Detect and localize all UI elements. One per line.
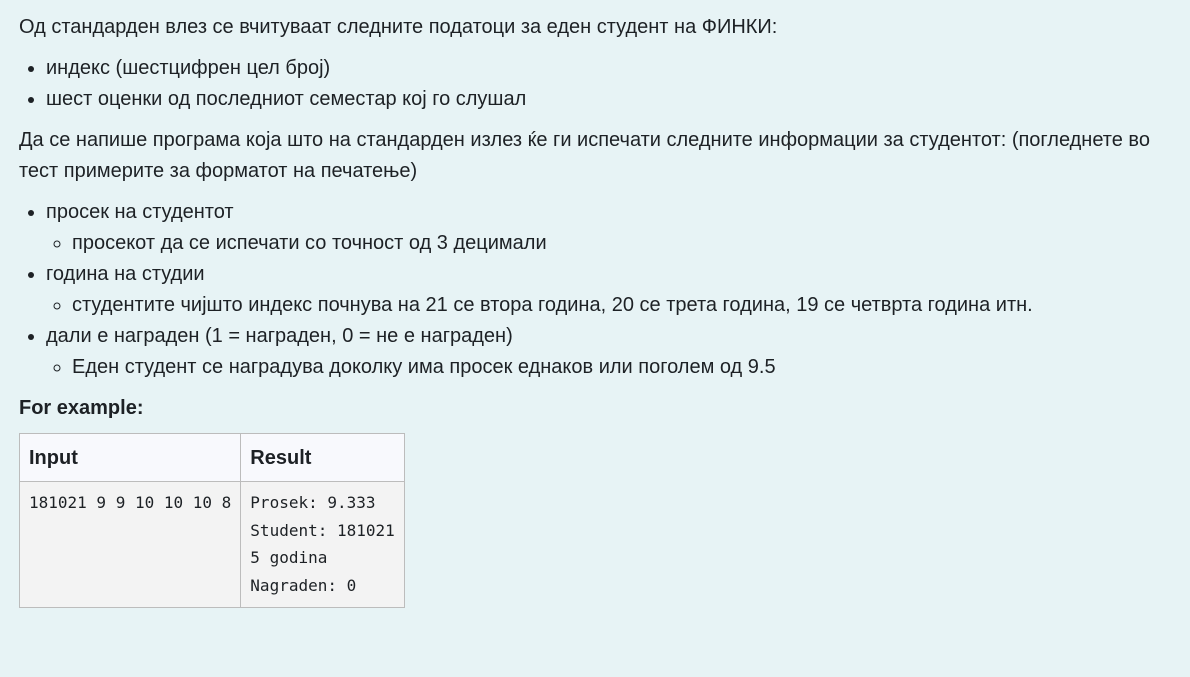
- example-row: 181021 9 9 10 10 10 8 Prosek: 9.333 Stud…: [18, 481, 405, 608]
- output-subitem: студентите чијшто индекс почнува на 21 с…: [72, 290, 1179, 321]
- output-sublist: просекот да се испечати со точност од 3 …: [46, 228, 1179, 259]
- intro-paragraph: Од стандарден влез се вчитуваат следните…: [19, 16, 778, 38]
- output-sublist: Еден студент се наградува доколку има пр…: [46, 352, 1179, 383]
- output-item-year: година на студии студентите чијшто индек…: [46, 259, 1179, 321]
- output-item-average: просек на студентот просекот да се испеч…: [46, 197, 1179, 259]
- output-item-label: просек на студентот: [46, 201, 234, 223]
- output-item-label: година на студии: [46, 263, 205, 285]
- example-header-row: Input Result: [18, 433, 405, 482]
- input-item-grades: шест оценки од последниот семестар кој г…: [46, 84, 1179, 115]
- output-item-awarded: дали е награден (1 = награден, 0 = не е …: [46, 321, 1179, 383]
- output-sublist: студентите чијшто индекс почнува на 21 с…: [46, 290, 1179, 321]
- output-subitem: Еден студент се наградува доколку има пр…: [72, 352, 1179, 383]
- output-list: просек на студентот просекот да се испеч…: [19, 197, 1179, 383]
- input-list: индекс (шестцифрен цел број) шест оценки…: [19, 53, 1179, 115]
- example-input-cell: 181021 9 9 10 10 10 8: [18, 481, 242, 608]
- question-text: Од стандарден влез се вчитуваат следните…: [18, 12, 1179, 608]
- input-column-header: Input: [18, 433, 242, 482]
- output-paragraph: Да се напише програма која што на станда…: [19, 129, 1150, 182]
- output-subitem: просекот да се испечати со точност од 3 …: [72, 228, 1179, 259]
- output-item-label: дали е награден (1 = награден, 0 = не е …: [46, 325, 513, 347]
- input-item-index: индекс (шестцифрен цел број): [46, 53, 1179, 84]
- example-result-cell: Prosek: 9.333 Student: 181021 5 godina N…: [240, 481, 405, 608]
- result-column-header: Result: [240, 433, 405, 482]
- example-table: Input Result 181021 9 9 10 10 10 8 Prose…: [18, 433, 405, 608]
- example-heading: For example:: [19, 397, 144, 419]
